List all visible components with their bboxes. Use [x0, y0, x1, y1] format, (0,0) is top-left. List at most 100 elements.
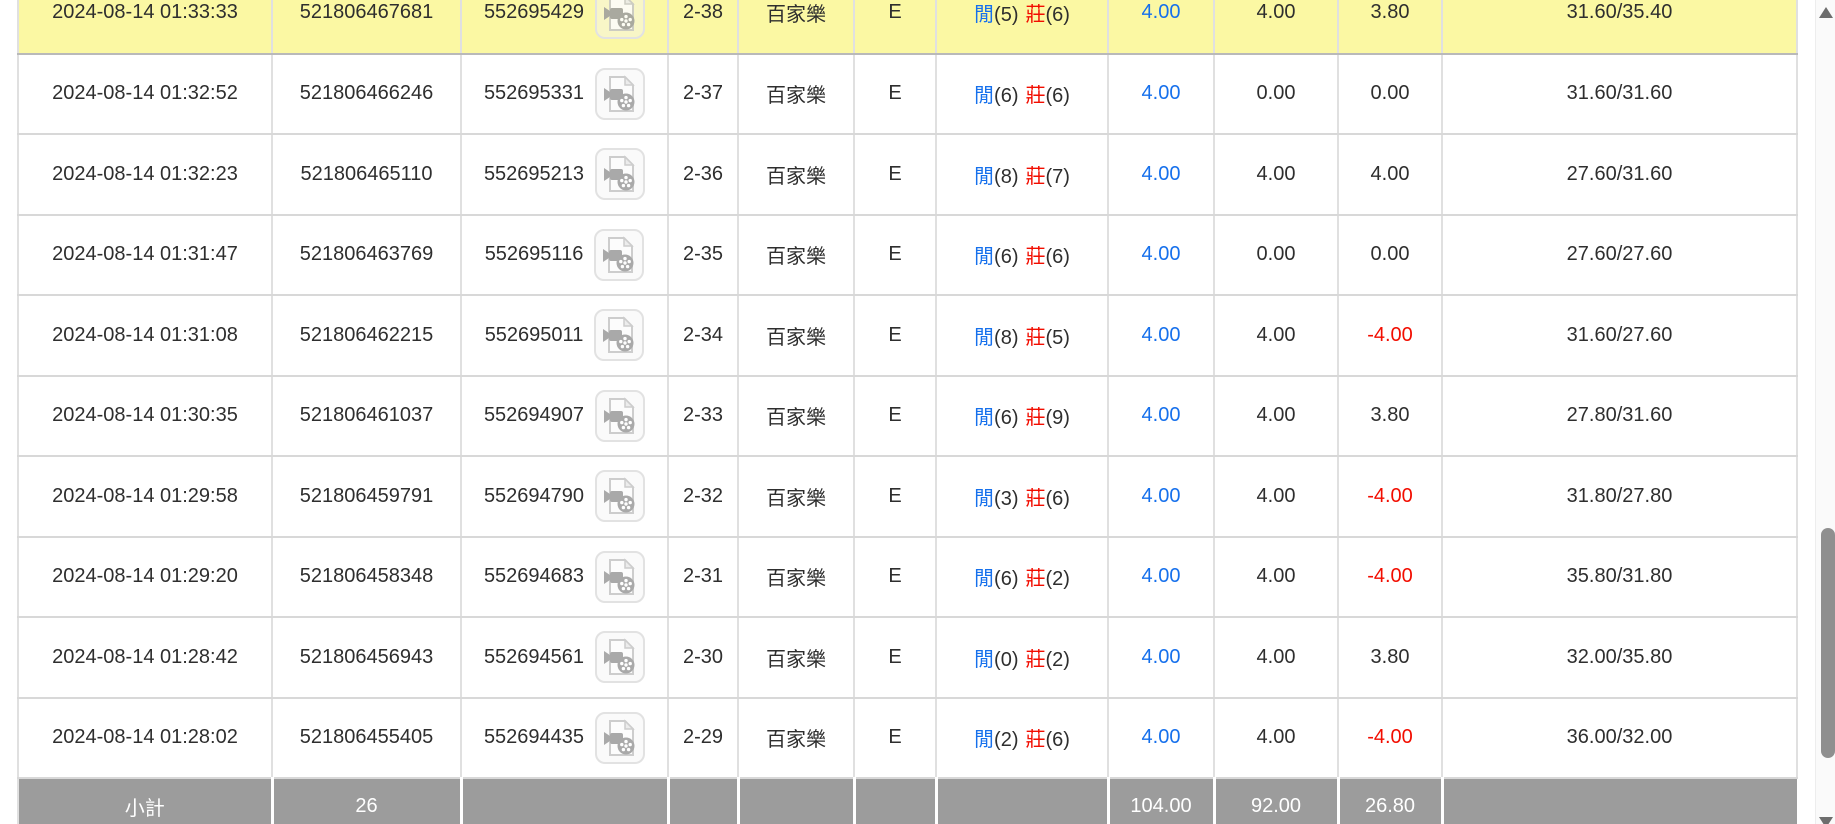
bet-history-row[interactable]: 2024-08-14 01:32:52 521806466246 5526953…: [18, 54, 1797, 135]
cell-table-code: E: [854, 295, 936, 376]
game-id-text: 552694907: [484, 404, 584, 427]
footer-empty-cell: [854, 778, 936, 824]
game-id-text: 552695429: [484, 1, 584, 24]
bet-history-row[interactable]: 2024-08-14 01:29:58 521806459791 5526947…: [18, 456, 1797, 537]
video-replay-button[interactable]: [595, 470, 645, 522]
cell-round: 2-31: [668, 537, 738, 618]
banker-result-label: 莊: [1026, 4, 1046, 26]
bet-history-row[interactable]: 2024-08-14 01:30:35 521806461037 5526949…: [18, 376, 1797, 457]
bet-history-row[interactable]: 2024-08-14 01:33:33 521806467681 5526954…: [18, 0, 1797, 54]
player-result-label: 閒: [974, 327, 994, 349]
video-file-icon: [602, 75, 638, 113]
bet-amount-link[interactable]: 4.00: [1142, 565, 1181, 587]
cell-result: 閒(8)莊(7): [936, 134, 1108, 215]
cell-game-id: 552694435: [461, 698, 668, 779]
cell-game-name: 百家樂: [738, 295, 854, 376]
banker-result-label: 莊: [1026, 729, 1046, 751]
cell-balance: 36.00/32.00: [1442, 698, 1797, 779]
player-result-value: (6): [994, 85, 1018, 107]
game-id-text: 552695213: [484, 163, 584, 186]
video-file-icon: [602, 0, 638, 32]
scrollbar-thumb[interactable]: [1821, 528, 1835, 758]
bet-history-row[interactable]: 2024-08-14 01:28:02 521806455405 5526944…: [18, 698, 1797, 779]
banker-result-value: (7): [1046, 166, 1070, 188]
cell-round: 2-35: [668, 215, 738, 296]
cell-game-id: 552694561: [461, 617, 668, 698]
player-result-value: (6): [994, 568, 1018, 590]
player-result-value: (0): [994, 649, 1018, 671]
video-replay-button[interactable]: [595, 631, 645, 683]
cell-balance: 35.80/31.80: [1442, 537, 1797, 618]
cell-win-loss: -4.00: [1338, 698, 1442, 779]
video-replay-button[interactable]: [595, 68, 645, 120]
bet-amount-link[interactable]: 4.00: [1142, 646, 1181, 668]
bet-amount-link[interactable]: 4.00: [1142, 163, 1181, 185]
vertical-scrollbar[interactable]: [1815, 0, 1835, 824]
player-result-label: 閒: [974, 4, 994, 26]
player-result-label: 閒: [974, 729, 994, 751]
game-id-text: 552694561: [484, 646, 584, 669]
cell-valid-bet: 4.00: [1214, 537, 1338, 618]
cell-table-code: E: [854, 537, 936, 618]
cell-valid-bet: 4.00: [1214, 134, 1338, 215]
bet-amount-link[interactable]: 4.00: [1142, 82, 1181, 104]
video-file-icon: [602, 719, 638, 757]
bet-history-row[interactable]: 2024-08-14 01:31:47 521806463769 5526951…: [18, 215, 1797, 296]
video-file-icon: [601, 236, 637, 274]
footer-empty-cell: [461, 778, 668, 824]
player-result-value: (3): [994, 488, 1018, 510]
video-replay-button[interactable]: [595, 551, 645, 603]
bet-history-row[interactable]: 2024-08-14 01:32:23 521806465110 5526952…: [18, 134, 1797, 215]
player-result-label: 閒: [974, 166, 994, 188]
cell-game-id: 552695116: [461, 215, 668, 296]
video-replay-button[interactable]: [595, 390, 645, 442]
cell-win-loss: 3.80: [1338, 0, 1442, 54]
footer-subtotal-label: 小計: [18, 778, 272, 824]
bet-history-row[interactable]: 2024-08-14 01:29:20 521806458348 5526946…: [18, 537, 1797, 618]
bet-amount-link[interactable]: 4.00: [1142, 726, 1181, 748]
bet-history-row[interactable]: 2024-08-14 01:31:08 521806462215 5526950…: [18, 295, 1797, 376]
game-id-text: 552695116: [485, 243, 584, 266]
bet-history-row[interactable]: 2024-08-14 01:28:42 521806456943 5526945…: [18, 617, 1797, 698]
cell-game-id: 552694683: [461, 537, 668, 618]
cell-time: 2024-08-14 01:28:02: [18, 698, 272, 779]
bet-amount-link[interactable]: 4.00: [1142, 1, 1181, 23]
cell-win-loss: -4.00: [1338, 295, 1442, 376]
video-replay-button[interactable]: [595, 712, 645, 764]
cell-bet-amount: 4.00: [1108, 537, 1214, 618]
player-result-label: 閒: [974, 649, 994, 671]
footer-empty-cell: [738, 778, 854, 824]
video-replay-button[interactable]: [595, 0, 645, 39]
cell-balance: 31.60/31.60: [1442, 54, 1797, 135]
cell-time: 2024-08-14 01:31:08: [18, 295, 272, 376]
video-replay-button[interactable]: [594, 229, 644, 281]
banker-result-label: 莊: [1026, 327, 1046, 349]
cell-result: 閒(5)莊(6): [936, 0, 1108, 54]
cell-valid-bet: 4.00: [1214, 617, 1338, 698]
scroll-up-arrow-icon[interactable]: [1819, 7, 1833, 18]
footer-bet-total: 104.00: [1108, 778, 1214, 824]
cell-balance: 27.60/31.60: [1442, 134, 1797, 215]
cell-bet-amount: 4.00: [1108, 376, 1214, 457]
bet-amount-link[interactable]: 4.00: [1142, 243, 1181, 265]
bet-amount-link[interactable]: 4.00: [1142, 404, 1181, 426]
cell-table-code: E: [854, 617, 936, 698]
cell-bet-amount: 4.00: [1108, 0, 1214, 54]
game-id-text: 552695331: [484, 82, 584, 105]
cell-game-name: 百家樂: [738, 134, 854, 215]
video-replay-button[interactable]: [595, 148, 645, 200]
cell-result: 閒(6)莊(9): [936, 376, 1108, 457]
banker-result-label: 莊: [1026, 85, 1046, 107]
cell-round: 2-36: [668, 134, 738, 215]
cell-game-id: 552695213: [461, 134, 668, 215]
bet-amount-link[interactable]: 4.00: [1142, 324, 1181, 346]
cell-time: 2024-08-14 01:28:42: [18, 617, 272, 698]
bet-amount-link[interactable]: 4.00: [1142, 485, 1181, 507]
banker-result-value: (2): [1046, 568, 1070, 590]
cell-time: 2024-08-14 01:32:52: [18, 54, 272, 135]
video-replay-button[interactable]: [594, 309, 644, 361]
cell-time: 2024-08-14 01:31:47: [18, 215, 272, 296]
banker-result-label: 莊: [1026, 246, 1046, 268]
cell-table-code: E: [854, 54, 936, 135]
scroll-down-arrow-icon[interactable]: [1819, 817, 1833, 824]
